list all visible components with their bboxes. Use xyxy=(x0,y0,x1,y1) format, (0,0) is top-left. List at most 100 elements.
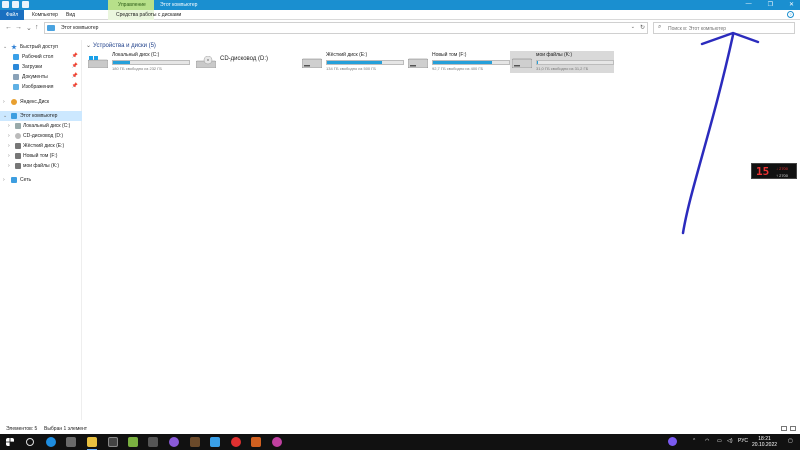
search-icon[interactable] xyxy=(26,438,34,446)
chevron-up-icon[interactable]: ⌃ xyxy=(692,438,696,444)
usage-bar-fill xyxy=(113,61,130,64)
sidebar-item-label: мои файлы (K:) xyxy=(23,163,60,169)
sidebar-item-pictures[interactable]: Изображения 📌 xyxy=(0,82,82,92)
expand-arrow-icon[interactable]: › xyxy=(8,133,10,139)
pin-icon[interactable]: 📌 xyxy=(72,63,78,69)
refresh-icon[interactable]: ↻ xyxy=(640,24,645,31)
help-icon[interactable]: ? xyxy=(787,11,794,18)
expand-arrow-icon[interactable]: › xyxy=(8,143,10,149)
expand-arrow-icon[interactable]: › xyxy=(8,163,10,169)
drive-name: Новый том (F:) xyxy=(432,52,467,58)
expand-arrow-icon[interactable]: › xyxy=(8,153,10,159)
group-header[interactable]: ⌄ Устройства и диски (5) xyxy=(86,42,156,49)
expand-arrow-icon[interactable]: ⌄ xyxy=(3,113,7,119)
taskbar: ⌃ ◠ ▭ ◁) РУС 18:21 20.10.2022 ▢ xyxy=(0,434,800,450)
yandex-icon[interactable] xyxy=(231,437,241,447)
sidebar-item-this-pc[interactable]: ⌄ Этот компьютер xyxy=(0,111,82,121)
content-pane: ⌄ Устройства и диски (5) Локальный диск (… xyxy=(84,40,800,420)
close-button[interactable]: ✕ xyxy=(789,1,794,8)
tiles-view-icon[interactable] xyxy=(790,426,796,431)
clock[interactable]: 18:21 20.10.2022 xyxy=(752,436,777,448)
pin-icon[interactable]: 📌 xyxy=(72,73,78,79)
sidebar-item-drive-k[interactable]: › мои файлы (K:) xyxy=(0,161,82,171)
sidebar-item-label: Локальный диск (C:) xyxy=(23,123,71,129)
minecraft-icon[interactable] xyxy=(128,437,138,447)
sidebar-item-documents[interactable]: Документы 📌 xyxy=(0,72,82,82)
expand-arrow-icon[interactable]: › xyxy=(8,123,10,129)
drive-tile-e[interactable]: Жёсткий диск (E:) 134 ГБ свободно из 500… xyxy=(300,51,406,73)
store-icon[interactable] xyxy=(108,437,118,447)
expand-arrow-icon[interactable]: ⌄ xyxy=(3,44,7,50)
start-icon[interactable] xyxy=(6,438,14,446)
address-bar[interactable]: Этот компьютер ⌄ ↻ xyxy=(44,22,648,34)
battery-icon[interactable]: ▭ xyxy=(717,438,722,444)
language-indicator[interactable]: РУС xyxy=(738,438,748,444)
tab-file[interactable]: Файл xyxy=(0,10,24,20)
usage-bar xyxy=(326,60,404,65)
breadcrumb[interactable]: Этот компьютер xyxy=(61,25,98,31)
sidebar-item-drive-d[interactable]: › CD-дисковод (D:) xyxy=(0,131,82,141)
ribbon-tabs: Файл Компьютер Вид Средства работы с дис… xyxy=(0,10,800,20)
sidebar-item-downloads[interactable]: Загрузки 📌 xyxy=(0,62,82,72)
sidebar-item-drive-c[interactable]: › Локальный диск (C:) xyxy=(0,121,82,131)
sidebar-item-yandex-disk[interactable]: › Яндекс.Диск xyxy=(0,97,82,107)
sidebar-item-label: Загрузки xyxy=(22,64,43,70)
recent-locations-icon[interactable]: ⌄ xyxy=(26,24,32,32)
drive-name: CD-дисковод (D:) xyxy=(220,56,269,62)
search-input[interactable] xyxy=(668,24,788,33)
sidebar-item-desktop[interactable]: Рабочий стол 📌 xyxy=(0,52,82,62)
up-arrow-icon[interactable]: ↑ xyxy=(35,24,39,31)
drive-tile-c[interactable]: Локальный диск (C:) 180 ГБ свободно из 2… xyxy=(86,51,192,73)
photos-icon[interactable] xyxy=(210,437,220,447)
sidebar-item-drive-e[interactable]: › Жёсткий диск (E:) xyxy=(0,141,82,151)
drive-tile-d[interactable]: CD-дисковод (D:) xyxy=(194,51,300,73)
sidebar-item-quick-access[interactable]: ⌄ Быстрый доступ xyxy=(0,42,82,52)
alice-icon[interactable] xyxy=(668,437,677,446)
explorer-icon[interactable] xyxy=(2,1,9,8)
maximize-button[interactable]: ❐ xyxy=(768,1,773,8)
minimize-button[interactable]: — xyxy=(746,1,752,8)
cd-drive-icon xyxy=(196,56,216,68)
file-explorer-icon[interactable] xyxy=(87,437,97,450)
forward-arrow-icon[interactable]: → xyxy=(15,24,22,31)
collapse-chevron-icon[interactable]: ⌄ xyxy=(86,43,91,49)
notifications-icon[interactable]: ▢ xyxy=(788,438,793,444)
usage-bar xyxy=(112,60,190,65)
context-tab-manage[interactable]: Управление xyxy=(108,0,154,10)
browser-icon[interactable] xyxy=(169,437,179,447)
app-icon[interactable] xyxy=(148,437,158,447)
chrome-icon[interactable] xyxy=(272,437,282,447)
edge-icon[interactable] xyxy=(46,437,56,447)
network-icon xyxy=(11,177,17,183)
sidebar-item-network[interactable]: › Сеть xyxy=(0,175,82,185)
tablet-icon[interactable] xyxy=(66,437,76,447)
widget-upload: ↑ 2700 xyxy=(776,173,789,178)
back-arrow-icon[interactable]: ← xyxy=(5,24,12,31)
expand-arrow-icon[interactable]: › xyxy=(3,177,5,183)
expand-arrow-icon[interactable]: › xyxy=(3,99,5,105)
network-meter-widget: 15 ↓ 2700 ↑ 2700 xyxy=(751,163,797,179)
wifi-icon[interactable]: ◠ xyxy=(705,438,709,444)
tab-drive-tools-label[interactable]: Средства работы с дисками xyxy=(116,12,181,18)
search-box[interactable]: ⌕ xyxy=(653,22,795,34)
sidebar-item-drive-f[interactable]: › Новый том (F:) xyxy=(0,151,82,161)
window-title: Этот компьютер xyxy=(160,2,198,8)
tab-computer[interactable]: Компьютер xyxy=(32,12,58,18)
drive-free-space: 92,7 ГБ свободно из 400 ГБ xyxy=(432,66,484,71)
details-view-icon[interactable] xyxy=(781,426,787,431)
sidebar-item-label: Новый том (F:) xyxy=(23,153,58,159)
drive-free-space: 134 ГБ свободно из 500 ГБ xyxy=(326,66,377,71)
pin-icon[interactable]: 📌 xyxy=(72,83,78,89)
tab-view[interactable]: Вид xyxy=(66,12,75,18)
sidebar-item-label: CD-дисковод (D:) xyxy=(23,133,64,139)
properties-icon[interactable] xyxy=(12,1,19,8)
drive-tile-f[interactable]: Новый том (F:) 92,7 ГБ свободно из 400 Г… xyxy=(406,51,512,73)
pin-icon[interactable]: 📌 xyxy=(72,53,78,59)
volume-icon[interactable]: ◁) xyxy=(727,438,733,444)
address-dropdown-icon[interactable]: ⌄ xyxy=(631,24,635,30)
drive-name: мои файлы (K:) xyxy=(536,52,573,58)
game-icon[interactable] xyxy=(190,437,200,447)
new-folder-icon[interactable] xyxy=(22,1,29,8)
drive-tile-k[interactable]: мои файлы (K:) 31,0 ГБ свободно из 31,2 … xyxy=(510,51,614,73)
media-icon[interactable] xyxy=(251,437,261,447)
